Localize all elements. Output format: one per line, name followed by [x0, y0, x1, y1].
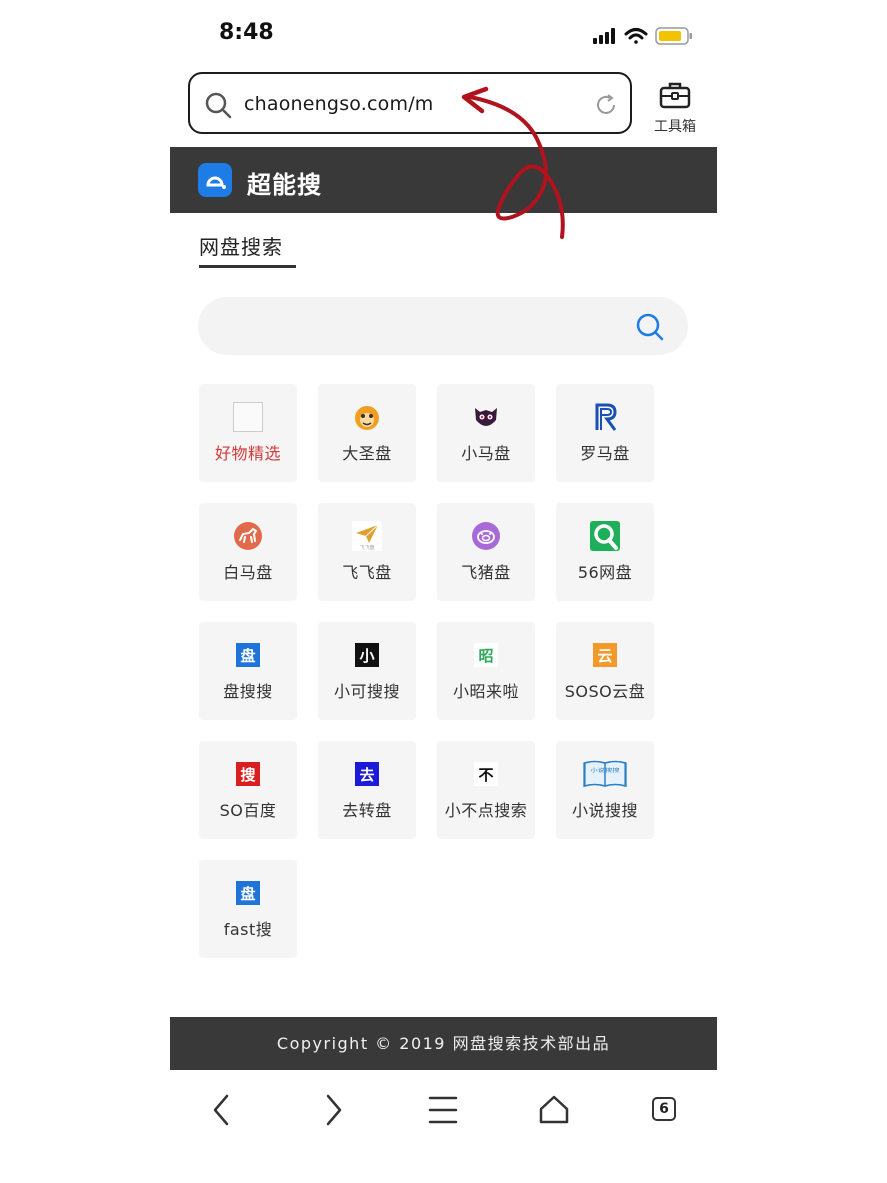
grid-item-label: fast搜: [223, 920, 273, 939]
svg-text:飞飞盘: 飞飞盘: [359, 544, 374, 551]
grid-item-feifeipan[interactable]: 飞飞盘 飞飞盘: [318, 503, 416, 601]
grid-item-xiaoshuo-sousou[interactable]: 小说搜搜 小说搜搜: [556, 741, 654, 839]
grid-item-label: 白马盘: [223, 563, 273, 582]
badge-glyph: 云: [593, 643, 617, 667]
book-icon: 小说搜搜: [583, 760, 627, 788]
grid-item-label: SOSO云盘: [564, 682, 646, 701]
grid-item-56wangpan[interactable]: 56网盘: [556, 503, 654, 601]
toolbox-button[interactable]: 工具箱: [648, 80, 702, 136]
tabs-button[interactable]: 6: [643, 1088, 687, 1132]
book-icon-text: 小说搜搜: [590, 766, 620, 773]
qu-badge-icon: 去: [352, 759, 382, 789]
grid-item-label: 小不点搜索: [444, 801, 528, 820]
badge-glyph: 盘: [236, 881, 260, 905]
badge-glyph: 小: [355, 643, 379, 667]
yun-badge-icon: 云: [590, 640, 620, 670]
xiao-badge-icon: 小: [352, 640, 382, 670]
grid-item-quzhuanpan[interactable]: 去 去转盘: [318, 741, 416, 839]
reload-icon[interactable]: [594, 93, 618, 117]
menu-icon[interactable]: [421, 1088, 465, 1132]
grid-item-xiaomapan[interactable]: 小马盘: [437, 384, 535, 482]
site-header: 超能搜: [170, 147, 717, 213]
pig-icon: [472, 522, 500, 550]
grid-item-label: 大圣盘: [342, 444, 392, 463]
grid-item-fastsou[interactable]: 盘 fast搜: [199, 860, 297, 958]
grid-item-xiaobudian[interactable]: 不 小不点搜索: [437, 741, 535, 839]
grid-item-dashengpan[interactable]: 大圣盘: [318, 384, 416, 482]
magnifier-logo-icon: [590, 521, 620, 551]
grid-item-xiaozhaolaila[interactable]: 昭 小昭来啦: [437, 622, 535, 720]
horse-icon: [234, 522, 262, 550]
search-icon: [205, 92, 232, 119]
pan-badge-icon: 盘: [233, 640, 263, 670]
grid-item-label: 去转盘: [342, 801, 392, 820]
blank-image-icon: [233, 402, 263, 432]
grid-item-label: 飞猪盘: [461, 563, 511, 582]
address-bar[interactable]: chaonengso.com/m: [188, 72, 632, 134]
grid-item-label: SO百度: [219, 801, 277, 820]
tabs-count-icon: 6: [652, 1097, 676, 1121]
grid-item-label: 盘搜搜: [223, 682, 273, 701]
grid-item-baimapan[interactable]: 白马盘: [199, 503, 297, 601]
badge-glyph: 盘: [236, 643, 260, 667]
grid-item-label: 小说搜搜: [571, 801, 638, 820]
paper-plane-icon: 飞飞盘: [352, 521, 382, 551]
search-button-icon[interactable]: [634, 311, 666, 343]
dark-creature-icon: [475, 408, 497, 426]
search-input[interactable]: [198, 297, 688, 355]
pan-badge-icon: 盘: [233, 878, 263, 908]
forward-icon[interactable]: [311, 1088, 355, 1132]
grid-item-feizhupan[interactable]: 飞猪盘: [437, 503, 535, 601]
status-icons: [593, 27, 692, 45]
signal-icon: [593, 28, 615, 44]
site-footer: Copyright © 2019 网盘搜索技术部出品: [170, 1017, 717, 1070]
url-text: chaonengso.com/m: [244, 93, 434, 115]
grid-item-haowu[interactable]: 好物精选: [199, 384, 297, 482]
badge-glyph: 去: [355, 762, 379, 786]
toolbox-label: 工具箱: [654, 119, 696, 135]
home-icon[interactable]: [532, 1088, 576, 1132]
tab-netdisk-search[interactable]: 网盘搜索: [199, 231, 283, 260]
grid-item-label: 56网盘: [577, 563, 633, 582]
badge-glyph: 不: [474, 762, 498, 786]
tab-active-indicator: [199, 265, 296, 268]
grid-item-so-baidu[interactable]: 搜 SO百度: [199, 741, 297, 839]
monkey-icon: [355, 406, 379, 430]
toolbox-icon: [659, 82, 691, 109]
r-logo-icon: [595, 403, 617, 431]
badge-glyph: 搜: [236, 762, 260, 786]
grid-item-label: 好物精选: [214, 444, 281, 463]
grid-item-soso-yunpan[interactable]: 云 SOSO云盘: [556, 622, 654, 720]
site-logo-icon[interactable]: [198, 163, 232, 197]
bu-badge-icon: 不: [471, 759, 501, 789]
grid-item-label: 小昭来啦: [452, 682, 519, 701]
sou-badge-icon: 搜: [233, 759, 263, 789]
grid-item-label: 罗马盘: [580, 444, 630, 463]
grid-item-luomapan[interactable]: 罗马盘: [556, 384, 654, 482]
status-time: 8:48: [219, 20, 274, 45]
battery-icon: [655, 27, 692, 45]
grid-item-label: 小马盘: [461, 444, 511, 463]
zhao-badge-icon: 昭: [471, 640, 501, 670]
grid-item-label: 小可搜搜: [333, 682, 400, 701]
grid-item-xiaokesousou[interactable]: 小 小可搜搜: [318, 622, 416, 720]
grid-item-label: 飞飞盘: [342, 563, 392, 582]
badge-glyph: 昭: [474, 643, 498, 667]
wifi-icon: [624, 28, 648, 44]
grid-item-pansousou[interactable]: 盘 盘搜搜: [199, 622, 297, 720]
site-title[interactable]: 超能搜: [247, 165, 322, 200]
back-icon[interactable]: [200, 1088, 244, 1132]
